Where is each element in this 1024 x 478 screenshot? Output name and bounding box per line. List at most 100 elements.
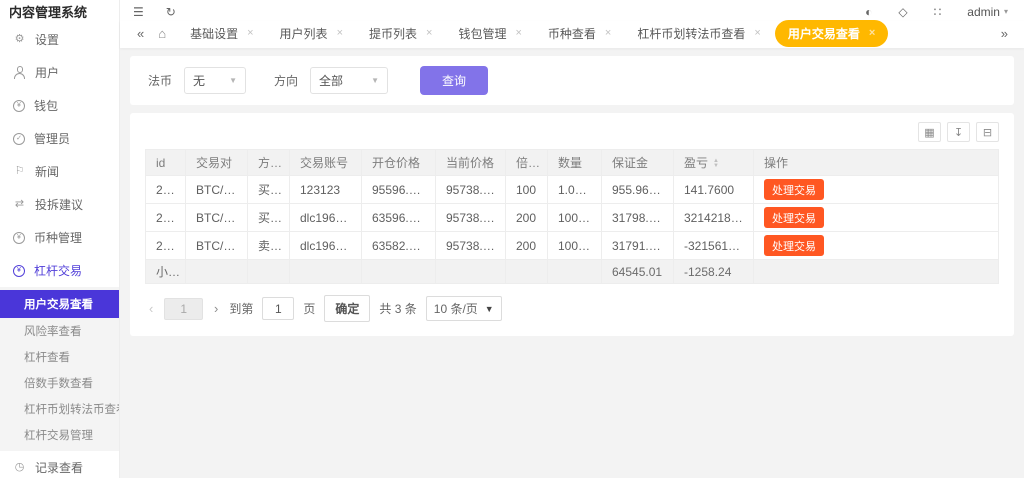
- topbar: ☰ ↻ ◐ ◇ ∷ admin ▾: [120, 0, 1024, 21]
- cell-current-price: 95738.230000: [435, 203, 506, 232]
- col-side: 方式: [247, 149, 290, 176]
- news-icon: [13, 165, 26, 178]
- col-current-price: 当前价格: [435, 149, 506, 176]
- caret-down-icon: ▼: [229, 76, 238, 85]
- sidebar-item-label: 新闻: [35, 165, 60, 179]
- cell-margin: 31791.02500000: [601, 231, 674, 260]
- sidebar-item-label: 用户: [35, 66, 60, 80]
- fiat-select[interactable]: 无 ▼: [184, 67, 247, 94]
- sidebar-item-coins[interactable]: 币种管理: [0, 221, 119, 254]
- cell-leverage: 200: [505, 203, 548, 232]
- submenu-item-multiplier-lots[interactable]: 倍数手数查看: [0, 370, 119, 396]
- fullscreen-icon[interactable]: ∷: [934, 5, 942, 19]
- fiat-select-value: 无: [193, 74, 206, 88]
- page-content: 法币 无 ▼ 方向 全部 ▼ 查询 ▦ ↧ ⊟ id 交易对 方式 交易账号 开…: [120, 48, 1024, 478]
- tabs-scroll-right-icon[interactable]: »: [997, 26, 1012, 41]
- current-page-button[interactable]: 1: [164, 297, 204, 320]
- sidebar-item-feedback[interactable]: 投拆建议: [0, 188, 119, 221]
- handle-trade-button[interactable]: 处理交易: [764, 207, 824, 228]
- theme-icon[interactable]: ◐: [865, 5, 872, 19]
- sidebar-item-label: 投拆建议: [35, 198, 84, 212]
- cell-id: 287: [145, 175, 186, 204]
- admin-check-icon: [13, 132, 25, 145]
- user-menu[interactable]: admin ▾: [967, 5, 1008, 19]
- tab-close-icon[interactable]: [247, 28, 253, 39]
- table-toolbar: [145, 120, 999, 149]
- sidebar-item-label: 杠杆交易: [34, 264, 83, 278]
- sidebar-item-settings[interactable]: 设置: [0, 23, 119, 56]
- cell-amount: 1.00000: [547, 175, 602, 204]
- tab-close-icon[interactable]: [515, 28, 521, 39]
- cell-actions: 处理交易: [753, 203, 999, 232]
- col-open-price: 开仓价格: [361, 149, 436, 176]
- cell-margin: 955.96470000: [601, 175, 674, 204]
- handle-trade-button[interactable]: 处理交易: [764, 179, 824, 200]
- subtotal-row: 小计: 64545.01 -1258.24: [145, 259, 999, 284]
- export-icon[interactable]: [947, 122, 970, 142]
- confirm-page-button[interactable]: 确定: [324, 295, 371, 322]
- sidebar-item-label: 设置: [35, 33, 60, 47]
- next-page-icon[interactable]: ›: [212, 301, 220, 316]
- tab-close-icon[interactable]: [426, 28, 432, 39]
- tab-wallet-manage[interactable]: 钱包管理: [446, 21, 533, 46]
- subtotal-label: 小计:: [145, 259, 186, 284]
- trades-table-panel: id 交易对 方式 交易账号 开仓价格 当前价格 倍数 数量 保证金 盈亏 操作: [130, 113, 1014, 336]
- tab-coin-view[interactable]: 币种查看: [536, 21, 623, 46]
- tab-withdraw-list[interactable]: 提币列表: [357, 21, 444, 46]
- submenu-item-trade-manage[interactable]: 杠杆交易管理: [0, 422, 119, 448]
- tab-close-icon[interactable]: [337, 28, 343, 39]
- cell-side: 买入: [247, 203, 290, 232]
- columns-icon[interactable]: [918, 122, 941, 142]
- sidebar-item-admins[interactable]: 管理员: [0, 122, 119, 155]
- direction-filter-label: 方向: [274, 74, 299, 88]
- sidebar-item-news[interactable]: 新闻: [0, 155, 119, 188]
- home-icon[interactable]: ⌂: [150, 26, 176, 41]
- tab-label: 用户交易查看: [787, 27, 860, 41]
- tab-basic-settings[interactable]: 基础设置: [178, 21, 265, 46]
- menu-toggle-icon[interactable]: ☰: [133, 5, 144, 19]
- page-size-value: 10 条/页: [433, 302, 478, 316]
- submenu-item-risk-rate[interactable]: 风险率查看: [0, 318, 119, 344]
- tab-user-list[interactable]: 用户列表: [268, 21, 355, 46]
- table-row: 287 BTC/USDT 买入 123123 95596.470000 9573…: [145, 175, 999, 204]
- caret-down-icon: ▼: [371, 76, 380, 85]
- sidebar-item-records[interactable]: 记录查看: [0, 451, 119, 478]
- wallet-icon: [13, 99, 25, 112]
- prev-page-icon[interactable]: ‹: [147, 301, 155, 316]
- tabs-scroll-left-icon[interactable]: «: [133, 26, 148, 41]
- sidebar-item-users[interactable]: 用户: [0, 56, 119, 89]
- col-actions: 操作: [753, 149, 999, 176]
- tab-label: 提币列表: [369, 27, 418, 41]
- cell-current-price: 95738.230000: [435, 231, 506, 260]
- tab-close-icon[interactable]: [754, 28, 760, 39]
- handle-trade-button[interactable]: 处理交易: [764, 235, 824, 256]
- tag-icon[interactable]: ◇: [898, 5, 907, 19]
- cell-leverage: 100: [505, 175, 548, 204]
- cell-actions: 处理交易: [753, 175, 999, 204]
- subtotal-empty: [361, 259, 436, 284]
- sidebar-item-leverage[interactable]: 杠杆交易: [0, 254, 119, 287]
- submenu-item-user-trades[interactable]: 用户交易查看: [0, 290, 119, 318]
- submenu-item-transfer-view[interactable]: 杠杆币划转法币查看: [0, 396, 119, 422]
- cell-margin: 31798.02500000: [601, 203, 674, 232]
- table-row: 284 BTC/USDT 卖出 dlc1969@outlo... 63582.0…: [145, 231, 999, 260]
- query-button[interactable]: 查询: [420, 66, 489, 95]
- tab-transfer-view[interactable]: 杠杆币划转法币查看: [625, 21, 772, 46]
- tab-close-icon[interactable]: [605, 28, 611, 39]
- tab-bar: « ⌂ 基础设置 用户列表 提币列表 钱包管理 币种查看: [120, 20, 1024, 48]
- tab-close-icon[interactable]: [869, 28, 875, 39]
- direction-select-value: 全部: [319, 74, 344, 88]
- submenu-item-leverage-view[interactable]: 杠杆查看: [0, 344, 119, 370]
- print-icon[interactable]: [976, 122, 999, 142]
- page-unit-label: 页: [303, 302, 316, 316]
- tab-user-trades-active[interactable]: 用户交易查看: [774, 20, 889, 47]
- page-size-select[interactable]: 10 条/页 ▼: [425, 296, 502, 321]
- goto-page-input[interactable]: [262, 297, 295, 320]
- sort-icon[interactable]: [713, 159, 719, 168]
- sidebar-item-wallet[interactable]: 钱包: [0, 89, 119, 122]
- refresh-icon[interactable]: ↻: [166, 5, 176, 19]
- direction-select[interactable]: 全部 ▼: [310, 67, 389, 94]
- cell-side: 卖出: [247, 231, 290, 260]
- subtotal-empty: [289, 259, 362, 284]
- cell-pair: BTC/USDT: [185, 231, 248, 260]
